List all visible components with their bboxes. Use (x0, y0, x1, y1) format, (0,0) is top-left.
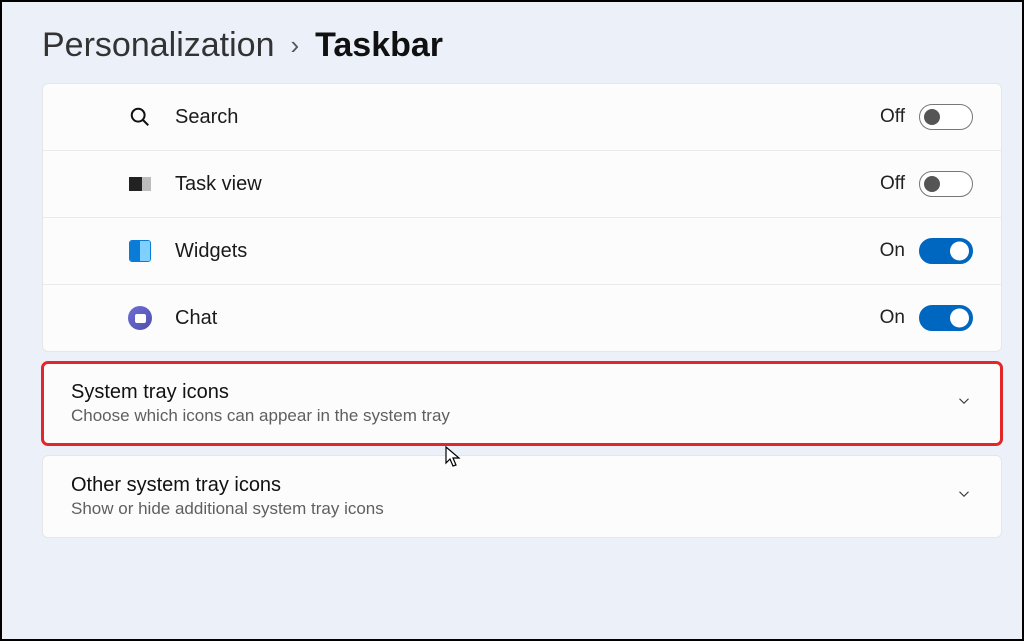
toggle-state: On (880, 307, 905, 329)
search-icon (127, 104, 153, 130)
widgets-icon (127, 238, 153, 264)
breadcrumb: Personalization › Taskbar (42, 26, 1002, 65)
row-widgets[interactable]: Widgets On (43, 218, 1001, 285)
section-subtitle: Choose which icons can appear in the sys… (71, 406, 955, 426)
section-subtitle: Show or hide additional system tray icon… (71, 499, 955, 519)
section-system-tray-icons[interactable]: System tray icons Choose which icons can… (42, 362, 1002, 445)
row-label: Widgets (175, 240, 880, 263)
task-view-toggle[interactable] (919, 171, 973, 197)
row-chat[interactable]: Chat On (43, 285, 1001, 351)
chat-toggle[interactable] (919, 305, 973, 331)
row-label: Task view (175, 173, 880, 196)
taskbar-items-panel: Search Off Task view Off Widgets On Chat (42, 83, 1002, 352)
chevron-right-icon: › (290, 30, 299, 61)
breadcrumb-parent[interactable]: Personalization (42, 26, 274, 65)
row-label: Chat (175, 307, 880, 330)
widgets-toggle[interactable] (919, 238, 973, 264)
task-view-icon (127, 171, 153, 197)
section-other-system-tray-icons[interactable]: Other system tray icons Show or hide add… (42, 455, 1002, 538)
row-task-view[interactable]: Task view Off (43, 151, 1001, 218)
toggle-state: Off (880, 173, 905, 195)
row-search[interactable]: Search Off (43, 84, 1001, 151)
section-title: System tray icons (71, 381, 955, 404)
breadcrumb-current: Taskbar (315, 26, 443, 65)
chevron-down-icon (955, 485, 973, 508)
row-label: Search (175, 106, 880, 129)
section-title: Other system tray icons (71, 474, 955, 497)
chevron-down-icon (955, 392, 973, 415)
chat-icon (127, 305, 153, 331)
toggle-state: Off (880, 106, 905, 128)
toggle-state: On (880, 240, 905, 262)
search-toggle[interactable] (919, 104, 973, 130)
